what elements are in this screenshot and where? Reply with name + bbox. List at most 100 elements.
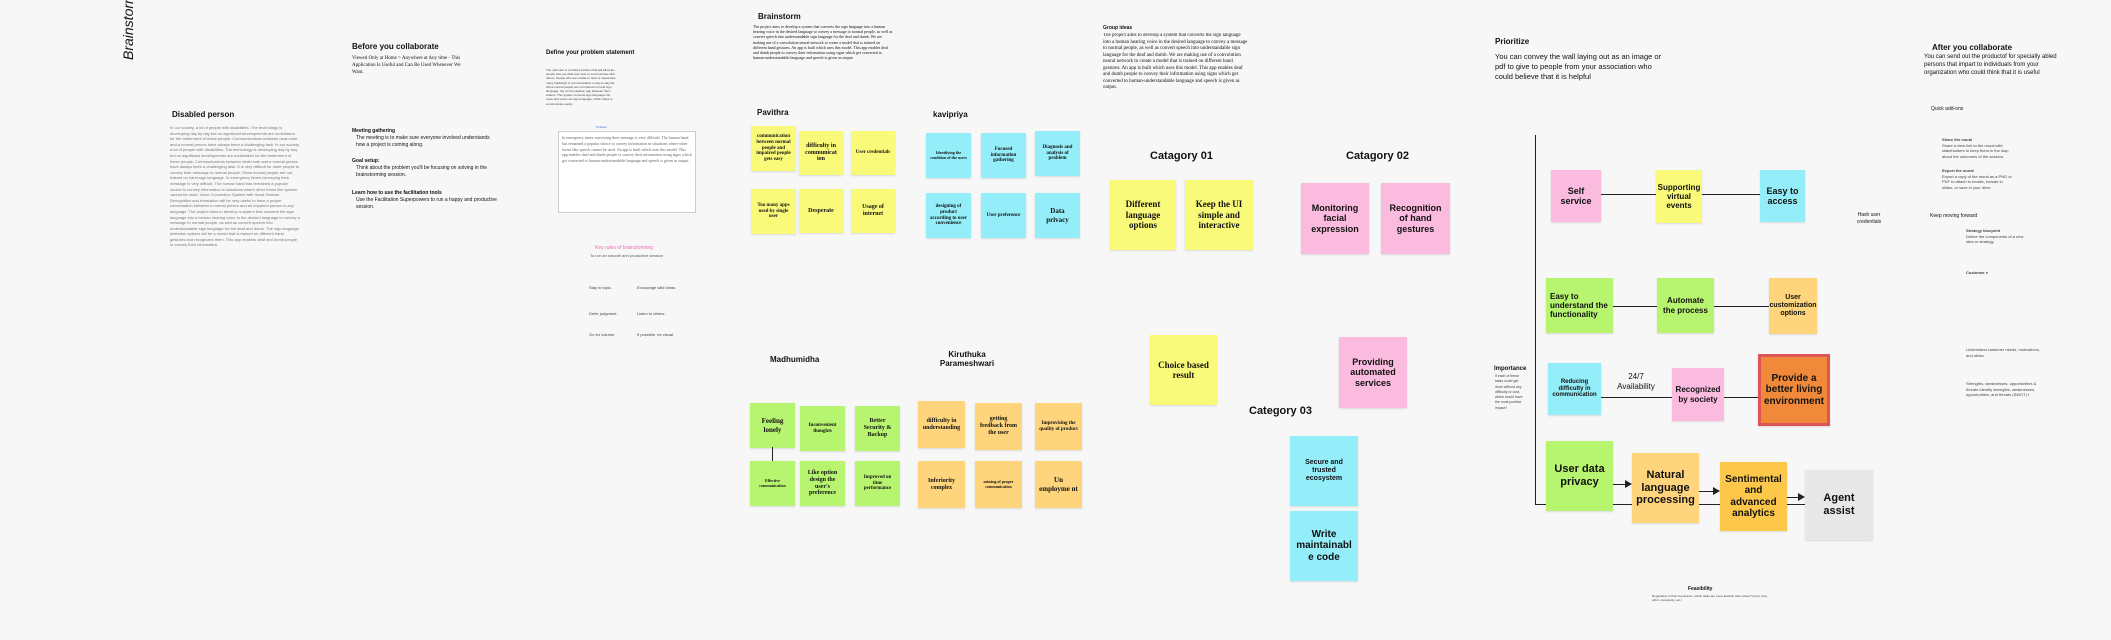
- disabled-body: In our society, a lot of people with dis…: [170, 125, 300, 248]
- before-item-3-text: Use the Facilitation Superpowers to run …: [356, 196, 497, 210]
- madhumidha-name: Madhumidha: [770, 355, 820, 364]
- pavithra-note-3[interactable]: User credentials: [851, 131, 895, 175]
- privacy-note[interactable]: User data privacy: [1546, 441, 1613, 511]
- before-item-3-title: Learn how to use the facilitation tools: [352, 190, 442, 196]
- customization-note[interactable]: User customization options: [1769, 278, 1817, 334]
- category-2-title: Catagory 02: [1346, 150, 1409, 162]
- kavipriya-note-3[interactable]: Diagnosis and analysis of problem: [1035, 131, 1080, 176]
- category-1-note-2[interactable]: Keep the UI simple and interactive: [1185, 180, 1253, 250]
- madhumidha-note-3[interactable]: Better Security & Backup: [855, 406, 900, 451]
- customer-item[interactable]: Customer e: [1966, 270, 1988, 276]
- madhumidha-note-4[interactable]: Effective communication: [750, 461, 795, 506]
- pavithra-name: Pavithra: [757, 108, 789, 117]
- share-mural-text: Share a view link to the mural with stak…: [1942, 142, 2009, 159]
- define-title: Define your problem statement: [546, 50, 635, 56]
- kiruthuka-note-2[interactable]: getting feedback from the user: [975, 403, 1022, 450]
- connector-r2b: [1714, 306, 1769, 307]
- nlp-note[interactable]: Natural language processing: [1632, 453, 1699, 523]
- madhumidha-connector: [772, 447, 773, 461]
- easy-understand-note[interactable]: Easy to understand the functionality: [1546, 278, 1613, 333]
- kavipriya-note-4[interactable]: designing of product according to user c…: [926, 193, 971, 238]
- export-mural-item[interactable]: Export the mural Export a copy of the mu…: [1942, 168, 2014, 190]
- pavithra-note-4[interactable]: Too many apps used by single user: [751, 189, 796, 234]
- arrow-head-3: [1798, 493, 1805, 501]
- prioritize-title: Prioritize: [1495, 37, 1530, 46]
- kiruthuka-note-4[interactable]: Inferiority complex: [918, 461, 965, 508]
- availability-text: 24/7 Availability: [1617, 372, 1655, 391]
- kiruthuka-note-1[interactable]: difficulty in understanding: [918, 401, 965, 448]
- kavipriya-name: kavipriya: [933, 110, 968, 119]
- madhumidha-note-1[interactable]: Feeling lonely: [750, 403, 795, 448]
- key-rules-subtitle: To run an smooth and productive session: [590, 253, 663, 258]
- problem-box: In emergency times conveying their messa…: [558, 131, 696, 213]
- export-mural-text: Export a copy of the mural as a PNG or P…: [1942, 173, 2012, 190]
- importance-label: Importance: [1494, 366, 1527, 372]
- pavithra-note-6[interactable]: Usage of internet: [851, 189, 895, 233]
- before-item-1-text: The meeting is to make sure everyone inv…: [356, 134, 490, 148]
- quick-add-label: Quick add-ons: [1931, 106, 1964, 112]
- disabled-text-block: In our society, a lot of people with dis…: [170, 125, 300, 365]
- kiruthuka-note-6[interactable]: Un employme nt: [1035, 461, 1082, 508]
- category-2-note-3[interactable]: Providing automated services: [1339, 337, 1407, 408]
- category-1-note-3[interactable]: Choice based result: [1150, 335, 1217, 405]
- disabled-title: Disabled person: [172, 110, 235, 119]
- group-title: Group ideas: [1103, 25, 1133, 31]
- share-mural-item[interactable]: Share the mural Share a view link to the…: [1942, 137, 2014, 159]
- hash-credentials-text: Hash user credentials: [1856, 212, 1882, 225]
- mural-canvas[interactable]: Brainstorm Disabled person In our societ…: [0, 0, 2111, 640]
- brainstorm-title: Brainstorm: [758, 12, 801, 21]
- key-rules-title: Key rules of brainstorming: [595, 245, 654, 251]
- feasibility-label: Feasibility: [1688, 586, 1713, 592]
- rule-3b: If possible, be visual.: [637, 332, 675, 337]
- problem-text: In emergency times conveying their messa…: [562, 135, 692, 164]
- pavithra-note-5[interactable]: Desperate: [799, 189, 843, 233]
- kiruthuka-note-5[interactable]: missing of proper communication: [975, 461, 1022, 508]
- category-3-note-1[interactable]: Secure and trusted ecosystem: [1290, 436, 1358, 506]
- kavipriya-note-6[interactable]: Data privacy: [1035, 193, 1080, 238]
- before-subtitle: Viewed Only at Home > Anywhere at Any ti…: [352, 56, 461, 75]
- connector-r1a: [1601, 194, 1656, 195]
- problem-label: Problem: [596, 125, 608, 129]
- after-title: After you collaborate: [1932, 43, 2013, 52]
- understand-item[interactable]: Understand customer needs, motivations, …: [1966, 347, 2046, 358]
- kavipriya-note-5[interactable]: User preference: [981, 193, 1026, 238]
- arrow-line-1: [1613, 484, 1625, 485]
- before-item-2: Goal setup: Think about the problem you'…: [352, 158, 497, 178]
- arrow-head-1: [1625, 480, 1632, 488]
- arrow-line-3: [1787, 497, 1798, 498]
- category-1-note-1[interactable]: Different language options: [1110, 180, 1176, 250]
- sentimental-note[interactable]: Sentimental and advanced analytics: [1720, 462, 1787, 531]
- madhumidha-note-2[interactable]: Inconvenient thoughts: [800, 406, 845, 451]
- define-snippet: The main aim is to build a solution that…: [546, 68, 616, 106]
- rule-2a: Defer judgment.: [589, 311, 618, 316]
- category-3-note-2[interactable]: Write maintainabl e code: [1290, 511, 1358, 581]
- recognized-note[interactable]: Recognized by society: [1672, 368, 1724, 421]
- better-living-note[interactable]: Provide a better living environment: [1758, 354, 1830, 426]
- kiruthuka-note-3[interactable]: Improvising the quality of product: [1035, 403, 1082, 450]
- brainstorm-text: The project aims to develop a system tha…: [753, 24, 893, 61]
- swot-item[interactable]: Strengths, weaknesses, opportunities & t…: [1966, 381, 2046, 398]
- kavipriya-note-1[interactable]: Identifying the condition of the users: [926, 133, 971, 178]
- connector-r3b: [1724, 397, 1758, 398]
- arrow-head-2: [1713, 487, 1720, 495]
- automate-note[interactable]: Automate the process: [1657, 278, 1714, 333]
- category-2-note-2[interactable]: Recognition of hand gestures: [1381, 183, 1450, 254]
- strategy-item[interactable]: Strategy blueprint Define the components…: [1966, 228, 2028, 245]
- easy-access-note[interactable]: Easy to access: [1760, 170, 1805, 222]
- category-2-note-1[interactable]: Monitoring facial expression: [1301, 183, 1369, 254]
- before-item-2-title: Goal setup:: [352, 158, 380, 164]
- strategy-text: Define the components of a new idea or s…: [1966, 233, 2024, 245]
- agent-note[interactable]: Agent assist: [1805, 470, 1873, 540]
- self-service-note[interactable]: Self service: [1551, 170, 1601, 222]
- brainstorm-vertical-label: Brainstorm: [120, 0, 136, 60]
- connector-r2a: [1613, 306, 1657, 307]
- pavithra-note-2[interactable]: difficulty in communicat ion: [799, 131, 843, 175]
- importance-axis: [1535, 135, 1536, 505]
- kiruthuka-name: Kiruthuka Parameshwari: [939, 350, 995, 368]
- reducing-note[interactable]: Reducing difficulty in communication: [1548, 363, 1601, 415]
- virtual-events-note[interactable]: Supporting virtual events: [1656, 170, 1702, 223]
- madhumidha-note-6[interactable]: Improved on time performance: [855, 461, 900, 506]
- kavipriya-note-2[interactable]: Focused information gathering: [981, 133, 1026, 178]
- pavithra-note-1[interactable]: communication between normal people and …: [751, 126, 796, 171]
- madhumidha-note-5[interactable]: Like option design the user's preference: [800, 461, 845, 506]
